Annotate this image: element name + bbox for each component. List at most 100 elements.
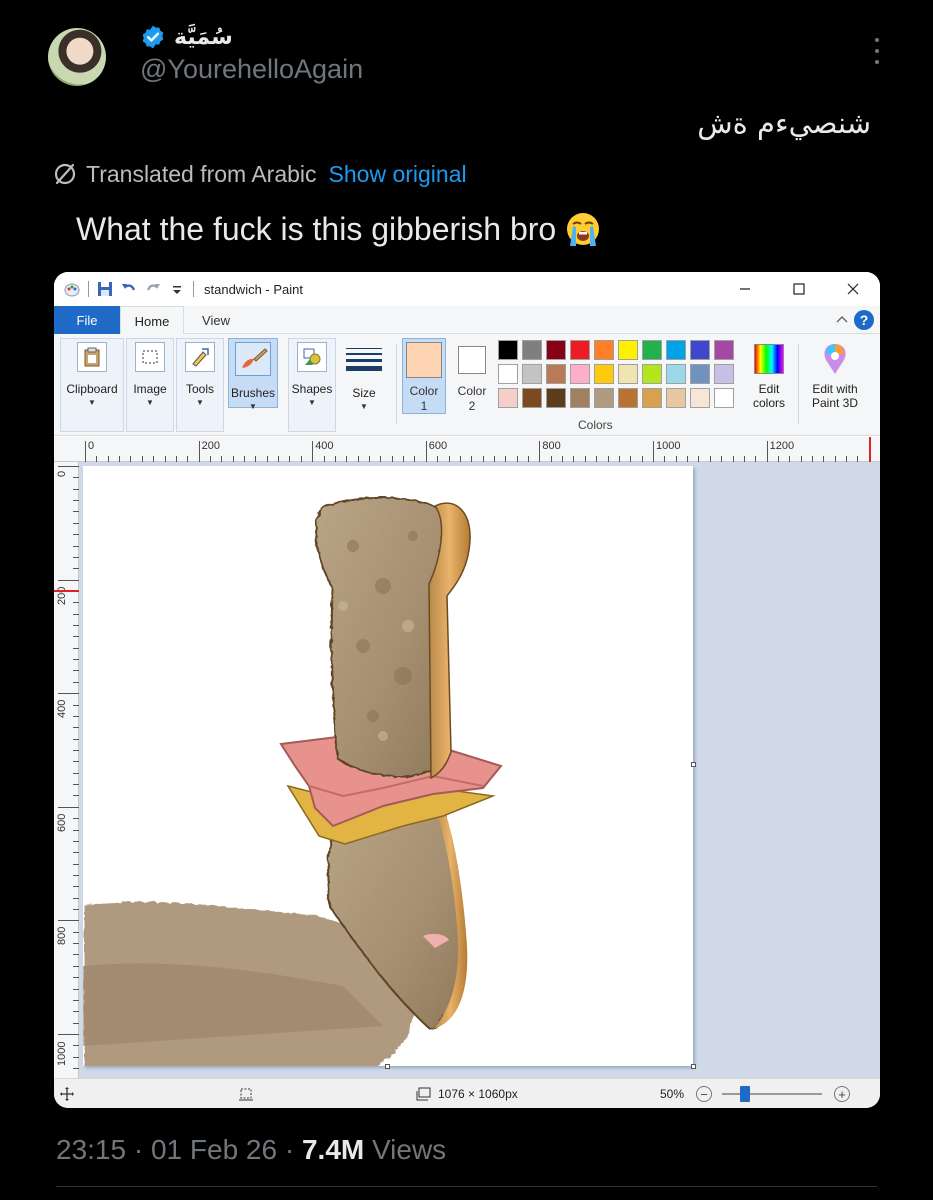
close-icon xyxy=(847,283,859,295)
handle[interactable]: @YourehelloAgain xyxy=(140,54,363,85)
palette-color-2[interactable] xyxy=(522,340,542,360)
palette-color-17[interactable] xyxy=(642,364,662,384)
colors-group-label: Colors xyxy=(578,418,613,432)
color1-button[interactable]: Color 1 xyxy=(404,338,444,414)
color2-swatch xyxy=(458,346,486,374)
palette-color-14[interactable] xyxy=(570,364,590,384)
window-title: standwich - Paint xyxy=(204,281,303,297)
palette-color-7[interactable] xyxy=(642,340,662,360)
palette-color-30[interactable] xyxy=(714,388,734,408)
color-palette xyxy=(498,340,734,408)
palette-color-5[interactable] xyxy=(594,340,614,360)
palette-color-20[interactable] xyxy=(714,364,734,384)
minimize-icon xyxy=(740,288,750,290)
palette-color-24[interactable] xyxy=(570,388,590,408)
close-button[interactable] xyxy=(826,272,880,306)
palette-color-12[interactable] xyxy=(522,364,542,384)
customize-toolbar-icon[interactable] xyxy=(169,281,185,297)
cursor-marker-v xyxy=(54,590,79,592)
cursor-marker-h xyxy=(869,437,871,462)
paint-statusbar: 1076 × 1060px 50% − + xyxy=(54,1078,880,1108)
author-name-row[interactable]: سُمَيَّة xyxy=(140,20,233,54)
vertical-ruler: 0 200 400 600 800 1000 xyxy=(54,462,79,1078)
clipboard-icon xyxy=(77,342,107,372)
minimize-button[interactable] xyxy=(718,272,772,306)
show-original-link[interactable]: Show original xyxy=(329,161,467,188)
ruler-v-label: 600 xyxy=(56,813,68,832)
palette-color-4[interactable] xyxy=(570,340,590,360)
palette-color-29[interactable] xyxy=(690,388,710,408)
tweet-meta: 23:15 · 01 Feb 26 · 7.4M Views xyxy=(56,1134,447,1165)
palette-color-28[interactable] xyxy=(666,388,686,408)
palette-color-9[interactable] xyxy=(690,340,710,360)
palette-color-25[interactable] xyxy=(594,388,614,408)
edit-colors-icon xyxy=(754,344,784,374)
palette-color-23[interactable] xyxy=(546,388,566,408)
clipboard-button[interactable]: Clipboard ▼ xyxy=(60,338,124,430)
translate-icon xyxy=(54,163,76,185)
size-icon xyxy=(346,342,382,376)
zoom-slider-track[interactable] xyxy=(722,1093,822,1095)
ribbon-home: Clipboard ▼ Image ▼ Tools ▼ Brushes ▼ Sh… xyxy=(54,334,880,436)
ruler-h-label: 800 xyxy=(542,440,561,452)
palette-color-1[interactable] xyxy=(498,340,518,360)
edit-with-paint3d-button[interactable]: Edit with Paint 3D xyxy=(802,338,868,430)
color2-number: 2 xyxy=(468,399,476,413)
palette-color-8[interactable] xyxy=(666,340,686,360)
help-icon[interactable]: ? xyxy=(854,310,874,330)
shapes-button[interactable]: Shapes ▼ xyxy=(288,338,336,430)
color2-button[interactable]: Color 2 xyxy=(452,338,492,414)
canvas-resize-handle-bottom[interactable] xyxy=(385,1064,390,1069)
undo-icon[interactable] xyxy=(121,281,137,297)
palette-color-22[interactable] xyxy=(522,388,542,408)
ruler-v-label: 0 xyxy=(56,470,68,477)
palette-color-3[interactable] xyxy=(546,340,566,360)
tab-home[interactable]: Home xyxy=(120,306,184,335)
palette-color-19[interactable] xyxy=(690,364,710,384)
size-button[interactable]: Size ▼ xyxy=(340,338,388,430)
zoom-out-button[interactable]: − xyxy=(696,1086,712,1102)
redo-icon[interactable] xyxy=(145,281,161,297)
tab-view[interactable]: View xyxy=(194,306,238,334)
brush-icon xyxy=(235,342,271,376)
size-label: Size xyxy=(352,386,376,400)
tab-file[interactable]: File xyxy=(54,306,120,334)
drawing-canvas[interactable] xyxy=(83,466,693,1066)
canvas-resize-handle-right[interactable] xyxy=(691,762,696,767)
palette-color-15[interactable] xyxy=(594,364,614,384)
palette-color-10[interactable] xyxy=(714,340,734,360)
shapes-label: Shapes xyxy=(291,382,333,396)
palette-color-27[interactable] xyxy=(642,388,662,408)
palette-color-6[interactable] xyxy=(618,340,638,360)
tweet-date[interactable]: 01 Feb 26 xyxy=(151,1134,277,1165)
pencil-tools-icon xyxy=(185,342,215,372)
quick-access-toolbar: standwich - Paint xyxy=(64,272,303,306)
zoom-in-button[interactable]: + xyxy=(834,1086,850,1102)
collapse-ribbon-icon[interactable] xyxy=(834,312,850,328)
more-options-icon[interactable] xyxy=(866,38,888,64)
selection-size xyxy=(238,1079,254,1108)
translation-notice: Translated from Arabic Show original xyxy=(52,158,467,190)
color1-label: Color xyxy=(409,384,439,398)
canvas-resize-handle-corner[interactable] xyxy=(691,1064,696,1069)
avatar[interactable] xyxy=(48,28,106,86)
palette-color-21[interactable] xyxy=(498,388,518,408)
edit-colors-button[interactable]: Edit colors xyxy=(746,338,792,430)
tweet-media-image[interactable]: standwich - Paint File Home View ? Clipb… xyxy=(54,272,880,1108)
horizontal-ruler: 0 200 400 600 800 1000 1200 xyxy=(54,437,880,462)
tools-button[interactable]: Tools ▼ xyxy=(176,338,224,430)
palette-color-16[interactable] xyxy=(618,364,638,384)
palette-color-13[interactable] xyxy=(546,364,566,384)
tweet-time[interactable]: 23:15 xyxy=(56,1134,126,1165)
loudly-crying-face-icon xyxy=(567,213,600,246)
image-button[interactable]: Image ▼ xyxy=(126,338,174,430)
zoom-slider-thumb[interactable] xyxy=(740,1086,750,1102)
palette-color-18[interactable] xyxy=(666,364,686,384)
save-icon[interactable] xyxy=(97,281,113,297)
palette-color-11[interactable] xyxy=(498,364,518,384)
paint-workspace[interactable] xyxy=(79,462,880,1078)
palette-color-26[interactable] xyxy=(618,388,638,408)
edit-colors-label: Edit xyxy=(758,382,780,396)
maximize-button[interactable] xyxy=(772,272,826,306)
brushes-button[interactable]: Brushes ▼ xyxy=(228,338,278,430)
